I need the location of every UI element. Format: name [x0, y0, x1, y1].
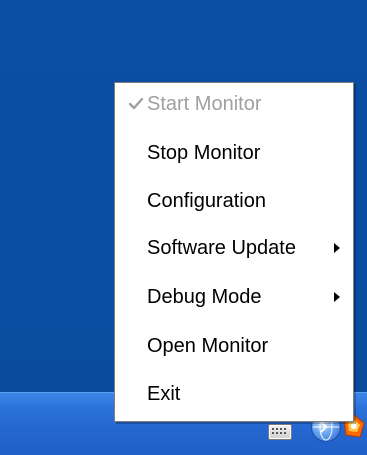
menu-item-label: Software Update [147, 237, 296, 259]
menu-item-label: Start Monitor [147, 93, 262, 115]
check-icon [129, 98, 143, 110]
menu-item-label: Stop Monitor [147, 142, 261, 164]
menu-item-exit[interactable]: Exit [115, 375, 353, 413]
menu-item-open-monitor[interactable]: Open Monitor [115, 327, 353, 365]
menu-item-debug-mode[interactable]: Debug Mode [115, 278, 353, 316]
menu-item-label: Configuration [147, 190, 266, 212]
menu-item-label: Open Monitor [147, 335, 269, 357]
tray-context-menu: Start Monitor Stop Monitor Configuration… [114, 82, 354, 422]
menu-item-label: Debug Mode [147, 286, 262, 308]
menu-item-software-update[interactable]: Software Update [115, 229, 353, 267]
menu-item-start-monitor[interactable]: Start Monitor [115, 85, 353, 123]
menu-item-configuration[interactable]: Configuration [115, 182, 353, 220]
submenu-arrow-icon [334, 243, 340, 253]
menu-item-stop-monitor[interactable]: Stop Monitor [115, 134, 353, 172]
keyboard-icon[interactable] [268, 424, 292, 440]
menu-item-label: Exit [147, 383, 181, 405]
submenu-arrow-icon [334, 292, 340, 302]
